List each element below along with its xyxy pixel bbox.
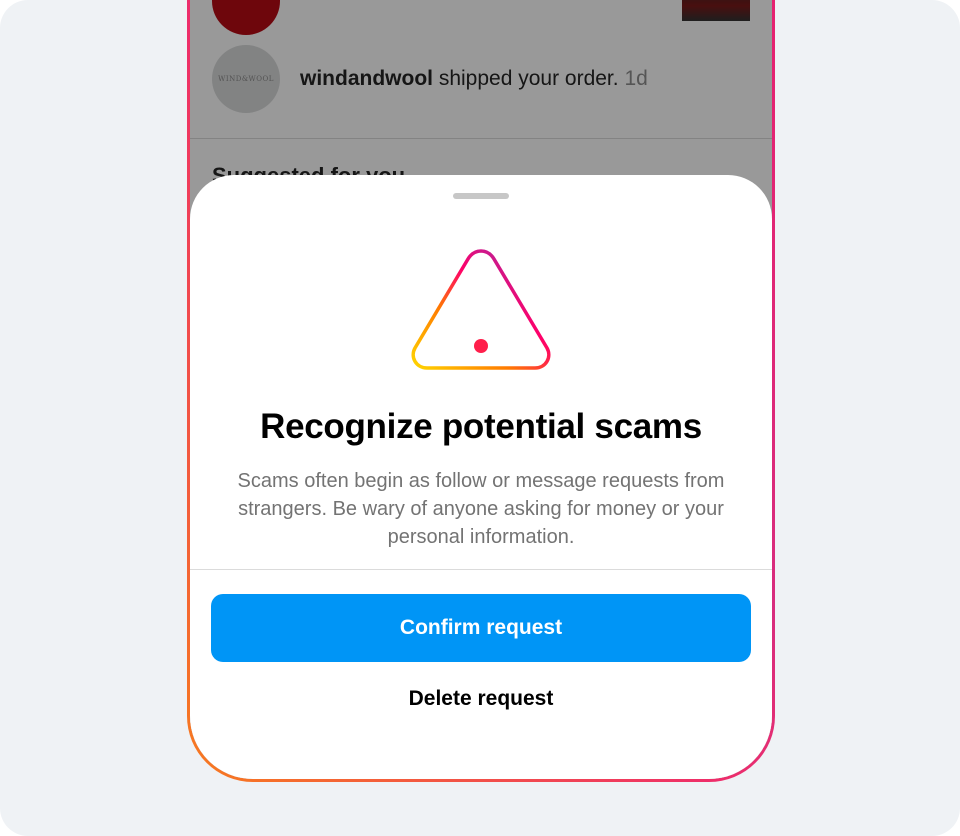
- sheet-description: Scams often begin as follow or message r…: [237, 470, 725, 548]
- sheet-grabber-handle[interactable]: [453, 193, 509, 199]
- sheet-title: Recognize potential scams: [260, 407, 702, 446]
- page-background: WIND&WOOL windandwool shipped your order…: [0, 0, 960, 836]
- phone-screen: WIND&WOOL windandwool shipped your order…: [190, 0, 772, 779]
- bottom-sheet: Recognize potential scams Scams often be…: [190, 175, 772, 779]
- warning-triangle-icon: [411, 249, 551, 370]
- confirm-request-button[interactable]: Confirm request: [211, 594, 751, 662]
- sheet-divider: [190, 569, 772, 570]
- delete-request-button[interactable]: Delete request: [211, 675, 751, 723]
- phone-frame: WIND&WOOL windandwool shipped your order…: [187, 0, 775, 782]
